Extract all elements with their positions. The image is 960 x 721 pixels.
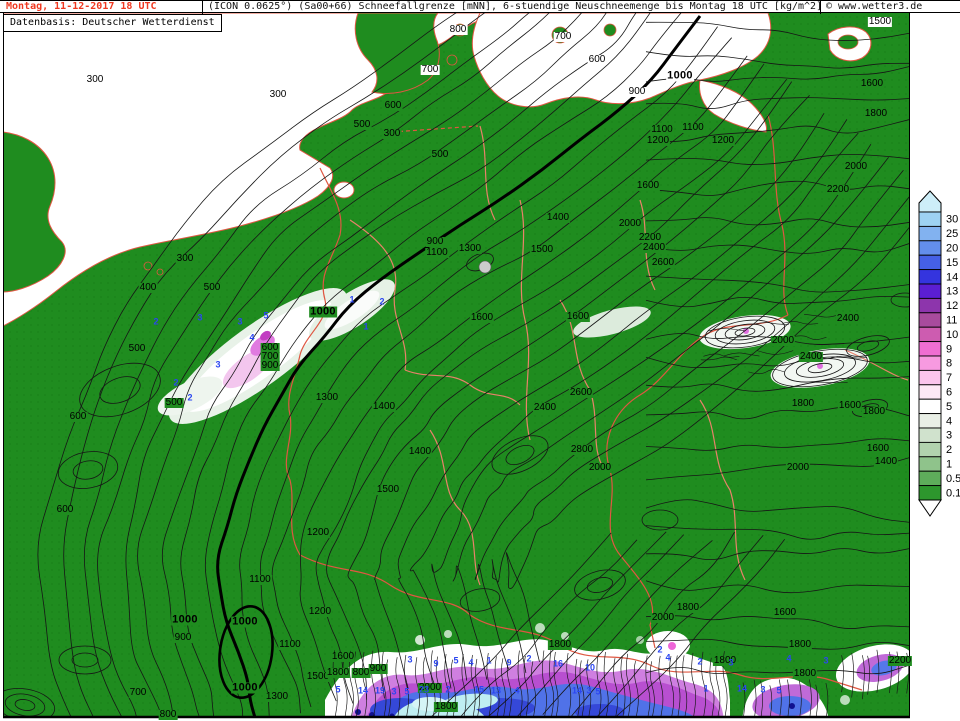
legend-value-label: 12 [946, 300, 958, 312]
copyright-link[interactable]: © www.wetter3.de [820, 1, 960, 14]
legend-value-label: 4 [946, 415, 952, 427]
legend-color-box [918, 254, 942, 271]
legend-value-label: 1 [946, 459, 952, 471]
legend-value-label: 11 [946, 315, 957, 327]
legend-below-arrow [918, 499, 942, 517]
legend-value-label: 20 [946, 243, 958, 255]
legend-color-box [918, 427, 942, 443]
legend-value-label: 14 [946, 271, 958, 283]
legend-value-label: 10 [946, 329, 958, 341]
legend-value-label: 30 [946, 214, 958, 226]
legend-color-box [918, 413, 942, 429]
legend-color-box [918, 485, 942, 501]
legend-color-box [918, 384, 942, 400]
legend-value-label: 7 [946, 372, 952, 384]
legend-color-box [918, 225, 942, 242]
legend-color-box [918, 470, 942, 487]
legend-color-box [918, 398, 942, 415]
legend-color-box [918, 240, 942, 256]
legend-value-label: 6 [946, 387, 952, 399]
grey-marker [478, 260, 492, 274]
legend-color-box [918, 269, 942, 285]
legend-color-box [918, 211, 942, 227]
header-bar: Montag, 11-12-2017 18 UTC (ICON 0.0625°)… [0, 0, 960, 14]
legend-value-label: 25 [946, 228, 958, 240]
data-source-box: Datenbasis: Deutscher Wetterdienst [3, 14, 222, 32]
legend-value-label: 15 [946, 257, 958, 269]
legend-above-arrow [918, 190, 942, 213]
legend-value-label: 8 [946, 358, 952, 370]
legend-color-box [918, 456, 942, 472]
legend-value-label: 3 [946, 430, 952, 442]
legend-color-box [918, 312, 942, 328]
ijsselmeer [333, 181, 355, 199]
model-info-label: (ICON 0.0625°) (Sa00+66) Schneefallgrenz… [202, 1, 820, 14]
legend-value-label: 9 [946, 343, 952, 355]
date-label: Montag, 11-12-2017 18 UTC [6, 1, 157, 12]
legend-color-box [918, 341, 942, 357]
legend-color-box [918, 283, 942, 299]
legend: 30 25 20 15 14 13 12 11 10 9 8 7 6 5 4 3 2 1 0.5 0.1 [918, 190, 960, 517]
weather-map-page: 30 25 20 15 14 13 12 11 10 9 8 7 6 5 4 3 2 1 0.5 0.1 300 300… [0, 0, 960, 721]
legend-color-box [918, 355, 942, 371]
legend-color-box [918, 297, 942, 314]
legend-color-box [918, 369, 942, 386]
legend-value-label: 0.1 [946, 487, 960, 499]
legend-value-label: 0.5 [946, 473, 960, 485]
legend-value-label: 2 [946, 444, 952, 456]
map-canvas: 30 25 20 15 14 13 12 11 10 9 8 7 6 5 4 3 2 1 0.5 0.1 [3, 13, 960, 719]
legend-color-box [918, 326, 942, 343]
legend-value-label: 5 [946, 401, 952, 413]
legend-value-label: 13 [946, 286, 958, 298]
legend-color-box [918, 441, 942, 458]
